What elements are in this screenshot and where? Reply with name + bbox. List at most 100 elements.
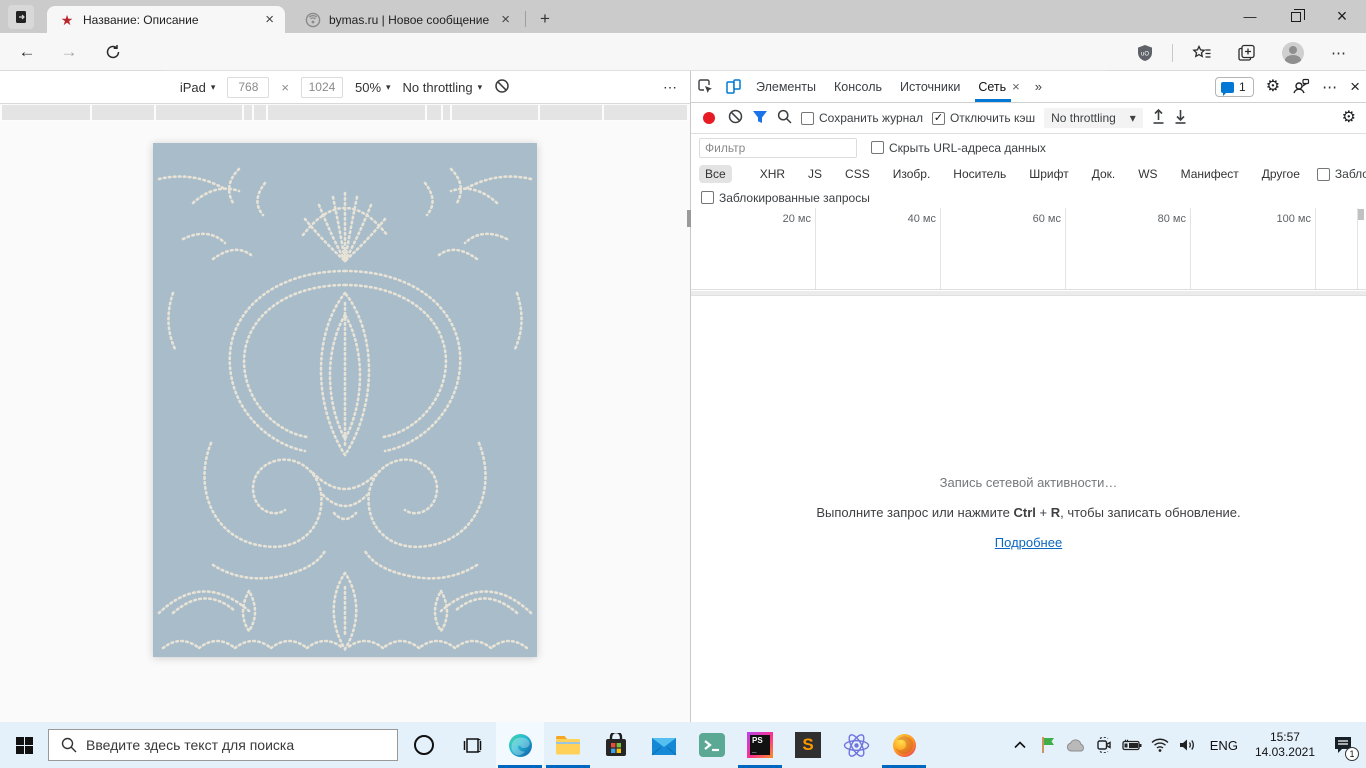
devtools-close-button[interactable]: ×: [1350, 77, 1360, 97]
devtools-scrollbar-thumb[interactable]: [1358, 209, 1364, 220]
viewport-height-input[interactable]: [301, 77, 343, 98]
task-view-button[interactable]: [448, 722, 496, 768]
segment: [268, 105, 425, 120]
filter-chip-img[interactable]: Изобр.: [887, 165, 937, 183]
tab-network[interactable]: Сеть×: [969, 71, 1028, 102]
taskbar-app-firefox[interactable]: [880, 722, 928, 768]
filter-chip-other[interactable]: Другое: [1256, 165, 1306, 183]
tab-close-icon[interactable]: ×: [498, 11, 513, 28]
tray-flag-icon[interactable]: [1036, 725, 1060, 765]
new-tab-button[interactable]: +: [533, 7, 557, 31]
browser-menu-button[interactable]: ⋯: [1326, 40, 1352, 66]
taskbar-clock[interactable]: 15:5714.03.2021: [1248, 730, 1322, 760]
blocked-requests-checkbox[interactable]: Заблокированные запросы: [701, 191, 870, 205]
filter-funnel-icon[interactable]: [752, 110, 768, 127]
filter-chip-manifest[interactable]: Манифест: [1175, 165, 1245, 183]
collections-button[interactable]: [1234, 40, 1260, 66]
window-minimize-button[interactable]: —: [1227, 0, 1273, 33]
filter-chip-xhr[interactable]: XHR: [754, 165, 791, 183]
forward-button[interactable]: →: [56, 39, 82, 65]
taskbar-search-input[interactable]: [86, 737, 397, 753]
task-view-icon: [463, 737, 482, 754]
tab-console[interactable]: Консоль: [825, 71, 891, 102]
devtools-menu-icon[interactable]: ⋯: [1322, 78, 1338, 96]
tray-chevron-up-icon[interactable]: [1008, 725, 1032, 765]
action-center-button[interactable]: 1: [1326, 725, 1360, 765]
tab-sources[interactable]: Источники: [891, 71, 969, 102]
taskbar-app-terminal[interactable]: [688, 722, 736, 768]
tray-battery-icon[interactable]: [1120, 725, 1144, 765]
issues-count: 1: [1239, 80, 1246, 94]
device-toolbar-more-button[interactable]: ⋯: [663, 79, 678, 96]
device-select[interactable]: iPad▾: [180, 80, 216, 95]
filter-chip-font[interactable]: Шрифт: [1023, 165, 1074, 183]
throttling-select-value: No throttling: [403, 80, 473, 95]
checkbox-checked: ✓: [932, 112, 945, 125]
throttling-select[interactable]: No throttling▾: [403, 80, 483, 95]
taskbar-app-phpstorm[interactable]: PS_: [736, 722, 784, 768]
disable-cache-checkbox[interactable]: ✓Отключить кэш: [932, 111, 1035, 125]
taskbar-app-store[interactable]: [592, 722, 640, 768]
language-indicator[interactable]: ENG: [1204, 738, 1244, 753]
ublock-extension-icon[interactable]: uO: [1132, 40, 1158, 66]
devtools-settings-gear-icon[interactable]: ⚙: [1266, 79, 1280, 95]
filter-input[interactable]: [699, 138, 857, 158]
network-timeline-ruler: 20 мс 40 мс 60 мс 80 мс 100 мс: [691, 208, 1366, 290]
filter-chip-js[interactable]: JS: [802, 165, 828, 183]
search-icon[interactable]: [777, 109, 792, 127]
start-button[interactable]: [0, 722, 48, 768]
taskbar-app-mail[interactable]: [640, 722, 688, 768]
viewport-width-input[interactable]: [227, 77, 269, 98]
microsoft-store-icon: [603, 732, 630, 759]
feedback-icon[interactable]: [1292, 78, 1310, 97]
taskbar-app-react[interactable]: [832, 722, 880, 768]
record-network-log-button[interactable]: [703, 112, 715, 124]
refresh-button[interactable]: [100, 39, 126, 65]
tab-close-icon[interactable]: ×: [262, 11, 277, 28]
taskbar-app-explorer[interactable]: [544, 722, 592, 768]
window-close-button[interactable]: ×: [1319, 0, 1365, 33]
workspaces-button[interactable]: [8, 5, 34, 29]
inspect-element-button[interactable]: [691, 74, 719, 100]
tab-network-close-icon[interactable]: ×: [1012, 79, 1020, 94]
back-button[interactable]: ←: [14, 39, 40, 65]
favorites-bar-button[interactable]: [1189, 40, 1215, 66]
network-throttling-select[interactable]: No throttling▾: [1044, 108, 1143, 128]
clear-network-log-button[interactable]: [728, 109, 743, 127]
devtools-panel: Элементы Консоль Источники Сеть× » 1 ⚙ ⋯…: [691, 71, 1366, 722]
tab-elements[interactable]: Элементы: [747, 71, 825, 102]
learn-more-link[interactable]: Подробнее: [995, 535, 1062, 550]
browser-tab-active[interactable]: ★ Название: Описание ×: [47, 6, 285, 33]
cortana-button[interactable]: [400, 722, 448, 768]
import-har-icon[interactable]: [1152, 109, 1165, 127]
tray-onedrive-icon[interactable]: [1064, 725, 1088, 765]
profile-avatar[interactable]: [1280, 40, 1306, 66]
zoom-select[interactable]: 50%▾: [355, 80, 391, 95]
timeline-divider-band: [691, 291, 1366, 296]
hide-data-urls-checkbox[interactable]: Скрыть URL-адреса данных: [871, 141, 1046, 155]
filter-chip-ws[interactable]: WS: [1132, 165, 1163, 183]
export-har-icon[interactable]: [1174, 109, 1187, 127]
filter-chip-doc[interactable]: Док.: [1086, 165, 1122, 183]
filter-chip-css[interactable]: CSS: [839, 165, 876, 183]
page-pane: iPad▾ × 50%▾ No throttling▾ ⋯: [0, 71, 691, 722]
network-settings-gear-icon[interactable]: ⚙: [1342, 110, 1356, 126]
tray-volume-icon[interactable]: [1176, 725, 1200, 765]
react-devtools-icon: [843, 732, 870, 759]
block-icon[interactable]: [494, 78, 510, 97]
device-toolbar-toggle-button[interactable]: [719, 74, 747, 100]
browser-tab-inactive[interactable]: bymas.ru | Новое сообщение ×: [293, 6, 521, 33]
taskbar-app-sublime[interactable]: S: [784, 722, 832, 768]
preserve-log-checkbox[interactable]: Сохранить журнал: [801, 111, 923, 125]
more-tabs-button[interactable]: »: [1029, 79, 1048, 94]
taskbar-search[interactable]: [48, 729, 398, 761]
issues-counter-button[interactable]: 1: [1215, 77, 1254, 97]
window-restore-button[interactable]: [1273, 0, 1319, 33]
tray-meet-now-icon[interactable]: [1092, 725, 1116, 765]
filter-chip-media[interactable]: Носитель: [947, 165, 1012, 183]
taskbar-app-edge[interactable]: [496, 722, 544, 768]
blocked-cookies-checkbox[interactable]: Заблокировал файлы cookie: [1317, 167, 1366, 181]
filter-chip-all[interactable]: Все: [699, 165, 732, 183]
tray-wifi-icon[interactable]: [1148, 725, 1172, 765]
page-scrollbar-thumb[interactable]: [687, 210, 691, 227]
